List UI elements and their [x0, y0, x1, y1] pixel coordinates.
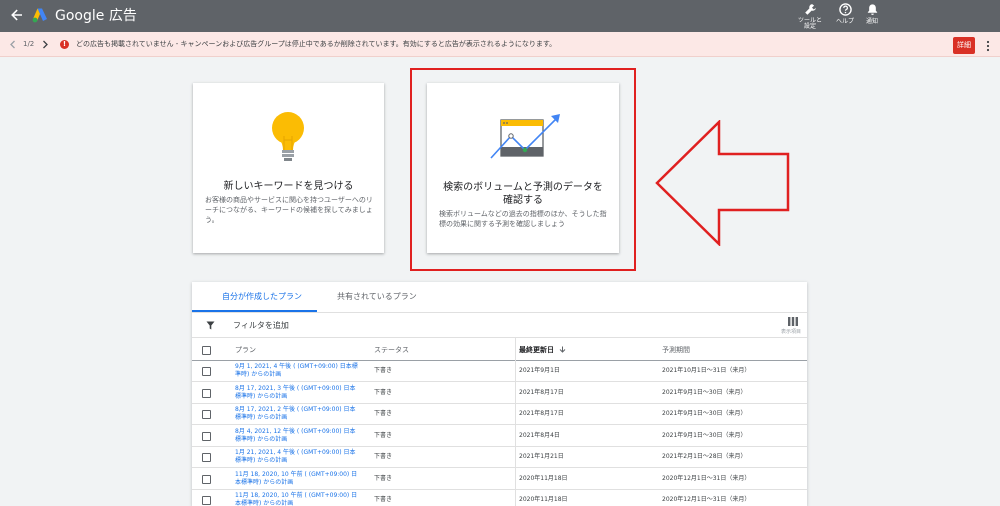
google-ads-logo-icon	[32, 8, 47, 23]
details-button[interactable]: 詳細	[953, 37, 975, 54]
table-row[interactable]: 11月 18, 2020, 10 午前 ( (GMT+09:00) 日本標準時)…	[192, 490, 807, 506]
plan-last-updated: 2021年9月1日	[519, 367, 560, 374]
plan-last-updated: 2020年11月18日	[519, 496, 568, 503]
tab-shared-plans[interactable]: 共有されているプラン	[337, 291, 417, 302]
plan-forecast-period: 2021年9月1日～30日（来月）	[662, 431, 747, 439]
plan-last-updated: 2020年11月18日	[519, 474, 568, 482]
discover-keywords-card[interactable]: 新しいキーワードを見つける お客様の商品やサービスに関心を持つユーザーへのリーチ…	[193, 83, 384, 253]
row-checkbox[interactable]	[202, 367, 211, 376]
plan-last-updated: 2021年8月17日	[519, 388, 564, 396]
card-description: お客様の商品やサービスに関心を持つユーザーへのリーチにつながる、キーワードの候補…	[205, 196, 373, 224]
error-icon: !	[60, 40, 69, 49]
chevron-left-icon[interactable]	[9, 40, 17, 49]
help-icon	[838, 3, 852, 16]
back-arrow-icon[interactable]	[9, 7, 25, 23]
chevron-right-icon[interactable]	[41, 40, 49, 49]
table-row[interactable]: 8月 17, 2021, 2 午後 ( (GMT+09:00) 日本標準時) か…	[192, 404, 807, 425]
row-checkbox[interactable]	[202, 431, 211, 441]
notice-counter: 1/2	[23, 40, 35, 48]
row-checkbox[interactable]	[202, 410, 211, 419]
table-row[interactable]: 11月 18, 2020, 10 午前 ( (GMT+09:00) 日本標準時)…	[192, 469, 807, 490]
bell-icon	[867, 4, 877, 15]
row-checkbox[interactable]	[202, 474, 211, 484]
plan-status: 下書き	[374, 431, 393, 439]
plan-status: 下書き	[374, 496, 393, 503]
row-checkbox[interactable]	[202, 453, 211, 462]
columns-icon[interactable]	[788, 317, 798, 326]
notice-message: どの広告も掲載されていません - キャンペーンおよび広告グループは停止中であるか…	[76, 40, 557, 48]
plan-status: 下書き	[374, 367, 393, 374]
plans-panel: 自分が作成したプラン 共有されているプラン フィルタを追加 表示項目 プラン ス…	[192, 282, 807, 506]
arrow-down-icon	[560, 346, 566, 353]
plan-name-link[interactable]: 11月 18, 2020, 10 午前 ( (GMT+09:00) 日本標準時)…	[235, 471, 360, 487]
add-filter-button[interactable]: フィルタを追加	[233, 321, 289, 331]
notifications-button[interactable]: 通知	[854, 3, 890, 26]
column-header-plan[interactable]: プラン	[235, 346, 256, 355]
filter-icon[interactable]	[206, 321, 215, 330]
select-all-checkbox[interactable]	[202, 346, 211, 355]
plan-forecast-period: 2021年2月1日～28日（来月）	[662, 453, 747, 460]
column-header-status[interactable]: ステータス	[374, 346, 409, 355]
plan-name-link[interactable]: 9月 1, 2021, 4 午後 ( (GMT+09:00) 日本標準時) から…	[235, 363, 360, 379]
table-row[interactable]: 1月 21, 2021, 4 午後 ( (GMT+09:00) 日本標準時) か…	[192, 447, 807, 468]
notification-banner: 1/2 ! どの広告も掲載されていません - キャンペーンおよび広告グループは停…	[0, 32, 1000, 57]
plan-forecast-period: 2021年9月1日～30日（来月）	[662, 388, 747, 396]
plan-forecast-period: 2021年9月1日～30日（来月）	[662, 410, 747, 417]
plan-name-link[interactable]: 8月 17, 2021, 3 午後 ( (GMT+09:00) 日本標準時) か…	[235, 385, 360, 401]
row-checkbox[interactable]	[202, 388, 211, 398]
row-checkbox[interactable]	[202, 496, 211, 505]
column-header-label: 最終更新日	[519, 346, 554, 354]
filter-divider	[192, 337, 807, 338]
left-arrow-annotation-icon	[655, 120, 790, 246]
table-row[interactable]: 8月 4, 2021, 12 午後 ( (GMT+09:00) 日本標準時) か…	[192, 426, 807, 447]
table-row[interactable]: 8月 17, 2021, 3 午後 ( (GMT+09:00) 日本標準時) か…	[192, 383, 807, 404]
plan-forecast-period: 2020年12月1日～31日（来月）	[662, 496, 751, 503]
notifications-label: 通知	[865, 18, 878, 25]
columns-label: 表示項目	[781, 329, 802, 335]
wrench-icon	[804, 4, 816, 15]
app-title: Google 広告	[55, 8, 137, 24]
plan-status: 下書き	[374, 410, 393, 417]
tabs-divider	[192, 312, 807, 313]
column-header-last-updated[interactable]: 最終更新日	[519, 346, 566, 355]
plan-status: 下書き	[374, 474, 393, 482]
plan-name-link[interactable]: 11月 18, 2020, 10 午前 ( (GMT+09:00) 日本標準時)…	[235, 492, 360, 506]
tab-my-plans[interactable]: 自分が作成したプラン	[222, 291, 302, 302]
lightbulb-icon	[272, 112, 304, 161]
plan-status: 下書き	[374, 388, 393, 396]
tools-and-settings-button[interactable]: ツールと 設定	[792, 3, 828, 30]
highlight-box	[410, 68, 636, 271]
plan-name-link[interactable]: 8月 4, 2021, 12 午後 ( (GMT+09:00) 日本標準時) か…	[235, 428, 360, 444]
tools-label: ツールと 設定	[797, 17, 822, 30]
plan-name-link[interactable]: 1月 21, 2021, 4 午後 ( (GMT+09:00) 日本標準時) か…	[235, 449, 360, 465]
plan-status: 下書き	[374, 453, 393, 460]
card-title: 新しいキーワードを見つける	[223, 181, 354, 192]
more-vert-icon[interactable]	[985, 40, 991, 52]
plan-last-updated: 2021年8月17日	[519, 410, 564, 417]
top-app-bar: Google 広告 ツールと 設定 ヘルプ 通知	[0, 0, 1000, 32]
plan-name-link[interactable]: 8月 17, 2021, 2 午後 ( (GMT+09:00) 日本標準時) か…	[235, 406, 360, 422]
plan-forecast-period: 2021年10月1日～31日（来月）	[662, 367, 751, 374]
plan-forecast-period: 2020年12月1日～31日（来月）	[662, 474, 751, 482]
table-row[interactable]: 9月 1, 2021, 4 午後 ( (GMT+09:00) 日本標準時) から…	[192, 361, 807, 382]
plan-last-updated: 2021年8月4日	[519, 431, 560, 439]
plan-last-updated: 2021年1月21日	[519, 453, 564, 460]
column-header-forecast-period[interactable]: 予測期間	[662, 346, 690, 355]
